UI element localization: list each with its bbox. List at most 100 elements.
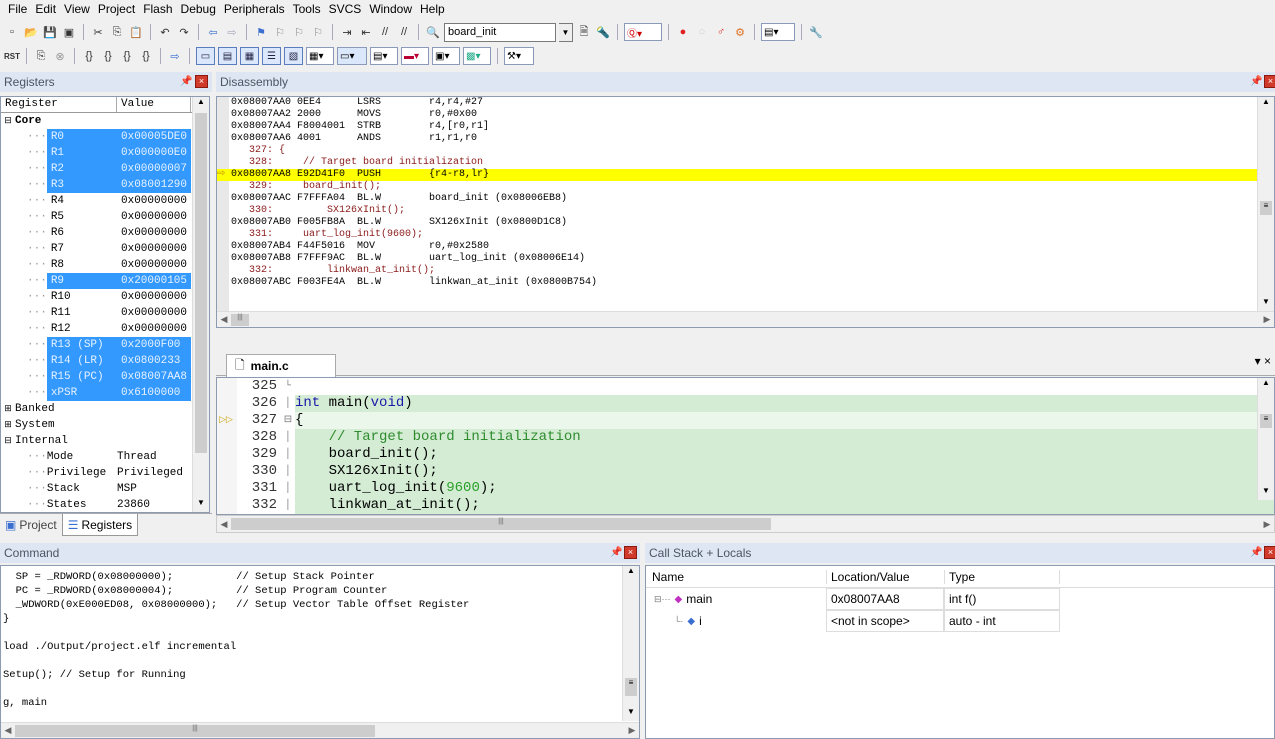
- paste-icon[interactable]: 📋: [128, 24, 144, 40]
- register-group-internal[interactable]: ⊟ Internal: [1, 433, 209, 449]
- code-line[interactable]: 326 │ int main(void): [217, 395, 1274, 412]
- disassembly-line[interactable]: 0x08007AA4 F8004001 STRB r4,[r0,r1]: [217, 121, 1274, 133]
- close-icon[interactable]: ×: [624, 546, 637, 559]
- target-combo[interactable]: board_init: [444, 22, 556, 42]
- editor-hscrollbar[interactable]: ◀ ||| ▶: [216, 515, 1275, 533]
- register-row[interactable]: ··· R15 (PC) 0x08007AA8: [1, 369, 209, 385]
- collapse-icon[interactable]: ⊟: [1, 433, 15, 449]
- step-out-icon[interactable]: {}: [119, 48, 135, 64]
- unindent-icon[interactable]: ⇤: [358, 24, 374, 40]
- scroll-down-icon[interactable]: ▼: [193, 498, 209, 512]
- register-row[interactable]: ··· R11 0x00000000: [1, 305, 209, 321]
- editor-vscrollbar[interactable]: ▲ ≡ ▼: [1257, 378, 1274, 500]
- scroll-up-icon[interactable]: ▲: [1258, 97, 1274, 111]
- pin-icon[interactable]: 📌: [1250, 547, 1262, 558]
- scroll-left-icon[interactable]: ◀: [1, 725, 15, 736]
- callstack-row[interactable]: └· ◆ i <not in scope> auto - int: [646, 610, 1274, 632]
- register-row[interactable]: ··· R6 0x00000000: [1, 225, 209, 241]
- code-line[interactable]: 328 │ // Target board initialization: [217, 429, 1274, 446]
- scroll-up-icon[interactable]: ▲: [193, 97, 209, 111]
- breakpoint-gutter[interactable]: [217, 395, 237, 412]
- show-next-statement-icon[interactable]: ⇨: [167, 48, 183, 64]
- watch-window-button[interactable]: ▦▾: [306, 47, 334, 65]
- scroll-up-icon[interactable]: ▲: [623, 566, 639, 580]
- col-register[interactable]: Register: [1, 97, 117, 112]
- save-all-icon[interactable]: ▣: [61, 24, 77, 40]
- menu-item-edit[interactable]: Edit: [31, 1, 60, 17]
- code-line[interactable]: 330 │ SX126xInit();: [217, 463, 1274, 480]
- scroll-thumb[interactable]: [195, 113, 207, 453]
- find-in-files-icon[interactable]: 🔍: [425, 24, 441, 40]
- register-row[interactable]: ··· R3 0x08001290: [1, 177, 209, 193]
- register-row[interactable]: ··· R10 0x00000000: [1, 289, 209, 305]
- disassembly-line[interactable]: 0x08007AB0 F005FB8A BL.W SX126xInit (0x0…: [217, 217, 1274, 229]
- breakpoint-gutter[interactable]: [217, 429, 237, 446]
- code-line[interactable]: 329 │ board_init();: [217, 446, 1274, 463]
- debug-session-button[interactable]: Ⓠ▾: [624, 23, 662, 41]
- analysis-window-button[interactable]: ▬▾: [401, 47, 429, 65]
- pin-icon[interactable]: 📌: [180, 76, 192, 87]
- current-line-marker-icon[interactable]: ▷▷: [217, 412, 237, 429]
- reset-icon[interactable]: RST: [4, 48, 20, 64]
- menu-item-window[interactable]: Window: [365, 1, 416, 17]
- disassembly-line[interactable]: 0x08007AB4 F44F5016 MOV r0,#0x2580: [217, 241, 1274, 253]
- scroll-right-icon[interactable]: ▶: [625, 725, 639, 736]
- save-icon[interactable]: 💾: [42, 24, 58, 40]
- close-icon[interactable]: ×: [1264, 75, 1275, 88]
- expand-icon[interactable]: ⊞: [1, 417, 15, 433]
- breakpoint-gutter[interactable]: [217, 378, 237, 395]
- command-window[interactable]: SP = _RDWORD(0x08000000); // Setup Stack…: [0, 565, 640, 739]
- bookmark-prev-icon[interactable]: ⚐: [272, 24, 288, 40]
- breakpoint-gutter[interactable]: [217, 446, 237, 463]
- command-vscrollbar[interactable]: ▲ ≡ ▼: [622, 566, 639, 721]
- chevron-down-icon[interactable]: ▼: [559, 22, 573, 42]
- menu-item-tools[interactable]: Tools: [289, 1, 325, 17]
- disassembly-line[interactable]: 0x08007AB8 F7FFF9AC BL.W uart_log_init (…: [217, 253, 1274, 265]
- code-line[interactable]: 331 │ uart_log_init(9600);: [217, 480, 1274, 497]
- nav-forward-icon[interactable]: ⇨: [224, 24, 240, 40]
- current-instruction-line[interactable]: ⇨ 0x08007AA8 E92D41F0 PUSH {r4-r8,lr}: [217, 169, 1274, 181]
- scroll-down-icon[interactable]: ▼: [1258, 297, 1274, 311]
- nav-back-icon[interactable]: ⇦: [205, 24, 221, 40]
- register-row[interactable]: ··· R1 0x000000E0: [1, 145, 209, 161]
- scroll-thumb[interactable]: ≡: [625, 678, 637, 696]
- disassembly-vscrollbar[interactable]: ▲ ≡ ▼: [1257, 97, 1274, 311]
- collapse-icon[interactable]: ⊟: [1, 113, 15, 129]
- col-name[interactable]: Name: [646, 570, 826, 584]
- configure-icon[interactable]: 🔧: [808, 24, 824, 40]
- undo-icon[interactable]: ↶: [157, 24, 173, 40]
- new-file-icon[interactable]: ▫: [4, 24, 20, 40]
- source-line[interactable]: 329: board_init();: [217, 181, 1274, 193]
- register-row[interactable]: ··· xPSR 0x6100000: [1, 385, 209, 401]
- indent-icon[interactable]: ⇥: [339, 24, 355, 40]
- register-row[interactable]: ···Mode Thread: [1, 449, 209, 465]
- command-window-icon[interactable]: ▭: [196, 47, 215, 65]
- breakpoint-kill-all-icon[interactable]: ⚙: [732, 24, 748, 40]
- register-row[interactable]: ··· R7 0x00000000: [1, 241, 209, 257]
- callstack-row[interactable]: ⊟··· ◆ main 0x08007AA8 int f(): [646, 588, 1274, 610]
- run-icon[interactable]: ⎘: [33, 48, 49, 64]
- scroll-thumb[interactable]: ≡: [1260, 201, 1272, 215]
- registers-window-icon[interactable]: ☰: [262, 47, 281, 65]
- menu-item-flash[interactable]: Flash: [139, 1, 176, 17]
- scroll-up-icon[interactable]: ▲: [1258, 378, 1274, 392]
- scroll-thumb[interactable]: |||: [231, 518, 771, 530]
- incremental-find-icon[interactable]: 🔦: [595, 24, 611, 40]
- breakpoint-disable-all-icon[interactable]: ♂: [713, 24, 729, 40]
- register-row[interactable]: ··· R2 0x00000007: [1, 161, 209, 177]
- symbols-window-icon[interactable]: ▦: [240, 47, 259, 65]
- source-line[interactable]: 328: // Target board initialization: [217, 157, 1274, 169]
- register-row[interactable]: ···Privilege Privileged: [1, 465, 209, 481]
- source-line[interactable]: 332: linkwan_at_init();: [217, 265, 1274, 277]
- register-row[interactable]: ··· R13 (SP) 0x2000F00: [1, 337, 209, 353]
- menu-item-debug[interactable]: Debug: [177, 1, 220, 17]
- scroll-thumb[interactable]: |||: [231, 313, 249, 326]
- pin-icon[interactable]: 📌: [610, 547, 622, 558]
- breakpoint-gutter[interactable]: [217, 480, 237, 497]
- register-row[interactable]: ···States 23860: [1, 497, 209, 513]
- disassembly-line[interactable]: 0x08007ABC F003FE4A BL.W linkwan_at_init…: [217, 277, 1274, 289]
- scroll-right-icon[interactable]: ▶: [1260, 519, 1274, 530]
- bookmark-clear-icon[interactable]: ⚐: [310, 24, 326, 40]
- menu-item-project[interactable]: Project: [94, 1, 139, 17]
- expand-icon[interactable]: ⊞: [1, 401, 15, 417]
